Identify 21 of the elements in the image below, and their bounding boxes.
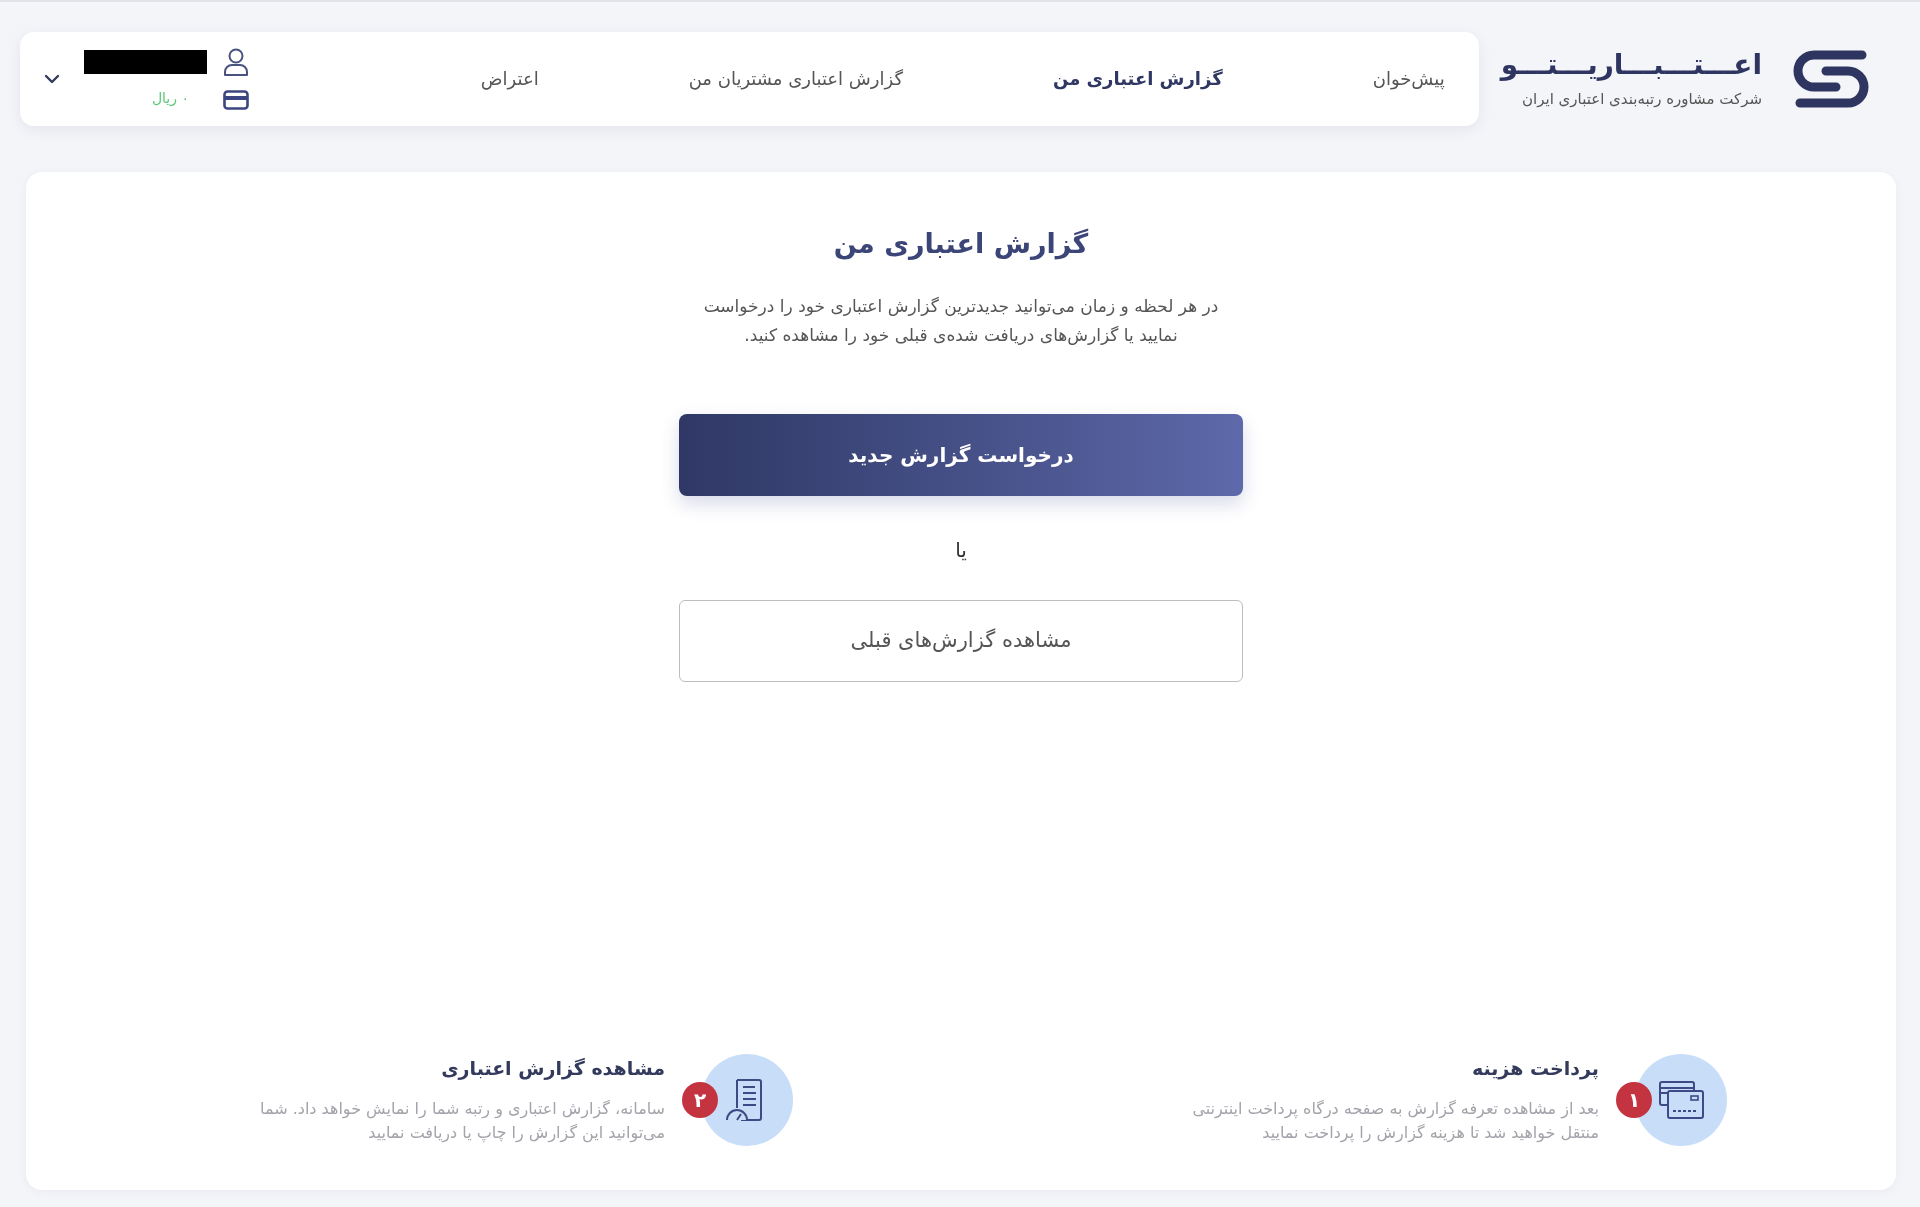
- step-description: سامانه، گزارش اعتباری و رتبه شما را نمایش خواهد داد. شما می‌توانید این گزارش را چاپ یا دریافت نمایید: [259, 1098, 665, 1145]
- page-title: گزارش اعتباری من: [833, 227, 1089, 262]
- chevron-down-icon[interactable]: [44, 74, 60, 84]
- user-icon[interactable]: [223, 48, 249, 76]
- step-description: بعد از مشاهده تعرفه گزارش به صفحه درگاه پرداخت اینترنتی منتقل خواهید شد تا هزینه گزارش را پرداخت نمایید: [1191, 1098, 1599, 1145]
- nav-link[interactable]: اعتراض: [480, 66, 539, 92]
- balance: ۰ ریال: [151, 89, 190, 108]
- description: در هر لحظه و زمان می‌توانید جدیدترین گزارش اعتباری خود را درخواست نمایید یا گزارش‌های دریافت شده‌ی قبلی خود را مشاهده کنید.: [702, 295, 1220, 347]
- brand-subtitle: شرکت مشاوره رتبه‌بندی اعتباری ایران: [1522, 89, 1762, 109]
- step-title: مشاهده گزارش اعتباری: [441, 1056, 665, 1081]
- previous-reports-button[interactable]: مشاهده گزارش‌های قبلی: [679, 600, 1243, 682]
- step-number-badge: ۲: [682, 1082, 718, 1118]
- request-report-button[interactable]: درخواست گزارش جدید: [679, 414, 1243, 496]
- step-title: پرداخت هزینه: [1471, 1056, 1599, 1081]
- step-number-badge: ۱: [1616, 1082, 1652, 1118]
- nav-link[interactable]: پیش‌خوان: [1372, 66, 1445, 92]
- brand-title: اعـــتـــبـــاریـــتـــو: [1500, 49, 1762, 81]
- or-text: یا: [955, 537, 967, 564]
- nav-link[interactable]: گزارش اعتباری مشتریان من: [688, 66, 903, 92]
- card-icon: [223, 90, 249, 110]
- nav-link[interactable]: گزارش اعتباری من: [1052, 66, 1223, 92]
